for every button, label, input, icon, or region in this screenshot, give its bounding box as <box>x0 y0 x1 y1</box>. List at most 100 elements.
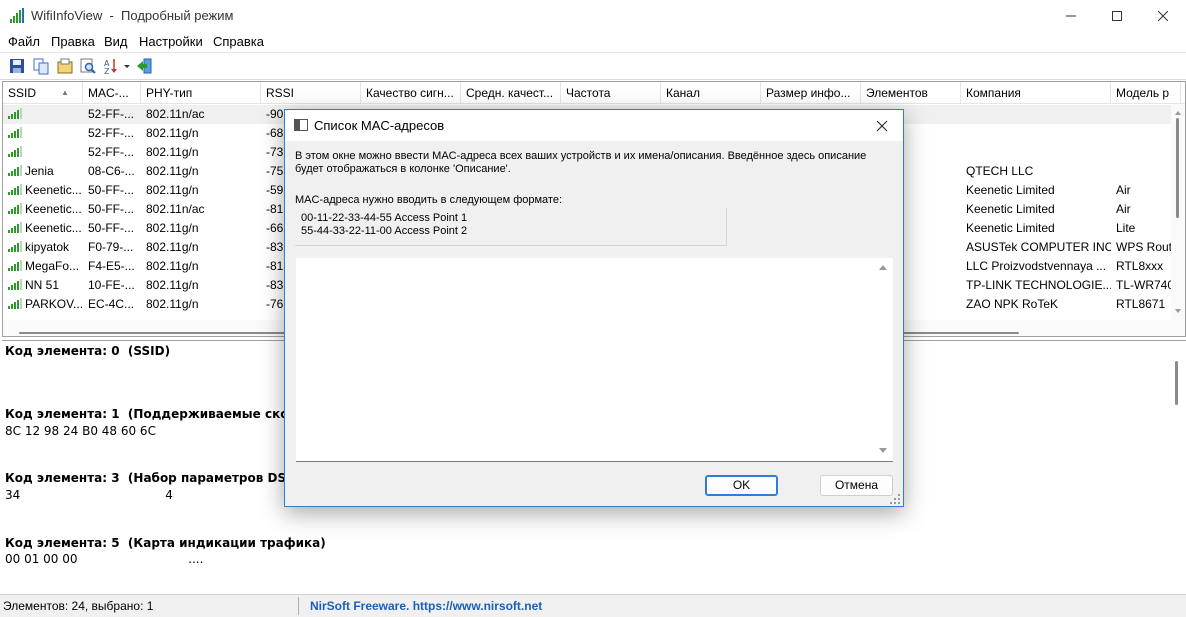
cell-ssid <box>3 124 83 143</box>
cell-mac: 52-FF-... <box>88 107 135 121</box>
cell-company: LLC Proizvodstvennaya ... <box>966 259 1107 273</box>
signal-strength-icon <box>8 241 22 252</box>
column-header-ssid[interactable]: SSID ▲ <box>3 82 83 104</box>
cell-ssid: Keenetic... <box>3 219 83 238</box>
detail-line: 34 4 <box>5 488 173 502</box>
maximize-button[interactable] <box>1094 0 1140 32</box>
dialog-description: В этом окне можно ввести MAC-адреса всех… <box>295 150 867 175</box>
ssid-text: kipyatok <box>25 240 70 254</box>
format-label: MAC-адреса нужно вводить в следующем фор… <box>295 194 563 206</box>
cell-mac: 50-FF-... <box>88 221 135 235</box>
menu-edit[interactable]: Правка <box>51 34 95 49</box>
save-button[interactable] <box>8 57 28 77</box>
ssid-text: Keenetic... <box>25 221 82 235</box>
signal-strength-icon <box>8 108 22 119</box>
ssid-text: PARKOV... <box>25 297 83 311</box>
cell-ssid <box>3 143 83 162</box>
scrollbar-thumb[interactable] <box>1175 361 1178 405</box>
window-title: WifiInfoView - Подробный режим <box>31 8 234 23</box>
menu-help[interactable]: Справка <box>213 34 264 49</box>
column-header-mac[interactable]: MAC-... <box>83 82 141 104</box>
column-header-elements[interactable]: Элементов <box>861 82 961 104</box>
status-divider <box>298 597 299 615</box>
cancel-button[interactable]: Отмена <box>820 475 893 496</box>
nirsoft-link[interactable]: NirSoft Freeware. https://www.nirsoft.ne… <box>310 599 542 613</box>
cell-company: Keenetic Limited <box>966 221 1055 235</box>
detail-line: 00 01 00 00 .... <box>5 552 204 566</box>
column-header-rssi[interactable]: RSSI <box>261 82 361 104</box>
details-vertical-scrollbar[interactable] <box>1170 341 1184 593</box>
cell-company: Keenetic Limited <box>966 183 1055 197</box>
wifi-app-icon <box>10 8 24 23</box>
column-header-signal-quality[interactable]: Качество сигн... <box>361 82 461 104</box>
cell-phy: 802.11g/n <box>146 183 199 197</box>
cell-ssid: kipyatok <box>3 238 83 257</box>
signal-strength-icon <box>8 146 22 157</box>
cell-phy: 802.11g/n <box>146 278 199 292</box>
find-button[interactable] <box>79 57 99 77</box>
scroll-down-icon <box>879 448 887 453</box>
cell-mac: 52-FF-... <box>88 145 135 159</box>
minimize-button[interactable] <box>1048 0 1094 32</box>
properties-button[interactable] <box>56 57 76 77</box>
column-header-info-size[interactable]: Размер инфо... <box>761 82 861 104</box>
column-header-phy[interactable]: PHY-тип <box>141 82 261 104</box>
dialog-title-bar: Список MAC-адресов <box>285 110 903 141</box>
table-vertical-scrollbar[interactable] <box>1171 104 1185 336</box>
column-header-frequency[interactable]: Частота <box>561 82 661 104</box>
close-icon <box>1158 11 1168 21</box>
cell-mac: 50-FF-... <box>88 183 135 197</box>
maximize-icon <box>1112 11 1122 21</box>
cell-mac: F4-E5-... <box>88 259 135 273</box>
scroll-up-icon <box>879 265 887 270</box>
detail-line: Код элемента: 0 (SSID) <box>5 344 171 358</box>
menu-settings[interactable]: Настройки <box>139 34 203 49</box>
cell-phy: 802.11g/n <box>146 145 199 159</box>
menu-bar: Файл Правка Вид Настройки Справка <box>0 32 1186 52</box>
ssid-text: MegaFo... <box>25 259 80 273</box>
detail-line: Код элемента: 5 (Карта индикации трафика… <box>5 536 326 550</box>
cell-phy: 802.11n/ac <box>146 202 205 216</box>
example-line: 00-11-22-33-44-55 Access Point 1 <box>301 212 468 224</box>
cell-phy: 802.11g/n <box>146 164 199 178</box>
menu-view[interactable]: Вид <box>104 34 128 49</box>
format-example: 00-11-22-33-44-55 Access Point 1 55-44-3… <box>295 208 727 246</box>
scrollbar-thumb[interactable] <box>1176 118 1179 218</box>
column-header-channel[interactable]: Канал <box>661 82 761 104</box>
copy-button[interactable] <box>32 57 52 77</box>
column-header-company[interactable]: Компания <box>961 82 1111 104</box>
textarea-scrollbar[interactable] <box>874 258 892 460</box>
column-header-avg-quality[interactable]: Средн. качест... <box>461 82 561 104</box>
cell-mac: 52-FF-... <box>88 126 135 140</box>
cell-ssid: Jenia <box>3 162 83 181</box>
cell-phy: 802.11g/n <box>146 126 199 140</box>
detail-line: Код элемента: 3 (Набор параметров DS) <box>5 471 292 485</box>
mac-list-textarea[interactable] <box>296 258 893 462</box>
cell-company <box>961 143 1111 162</box>
cell-mac: F0-79-... <box>88 240 134 254</box>
ssid-text: Jenia <box>25 164 54 178</box>
menu-file[interactable]: Файл <box>8 34 40 49</box>
table-header: SSID ▲ MAC-... PHY-тип RSSI Качество сигн… <box>3 82 1185 104</box>
column-header-model[interactable]: Модель р <box>1111 82 1181 104</box>
signal-strength-icon <box>8 203 22 214</box>
sort-arrow-icon: ▲ <box>61 88 69 97</box>
cell-ssid: PARKOV... <box>3 295 83 314</box>
cell-company: Keenetic Limited <box>966 202 1055 216</box>
close-button[interactable] <box>1140 0 1186 32</box>
sort-button[interactable]: A Z <box>103 57 131 77</box>
scroll-down-icon <box>1175 309 1181 313</box>
cell-ssid: Keenetic... <box>3 181 83 200</box>
signal-strength-icon <box>8 222 22 233</box>
signal-strength-icon <box>8 298 22 309</box>
exit-button[interactable] <box>136 57 156 77</box>
ssid-text: Keenetic... <box>25 202 82 216</box>
mac-list-dialog: Список MAC-адресов В этом окне можно вве… <box>284 109 904 507</box>
cell-phy: 802.11g/n <box>146 297 199 311</box>
resize-grip-icon[interactable] <box>889 493 901 505</box>
cell-phy: 802.11n/ac <box>146 107 205 121</box>
status-count: Элементов: 24, выбрано: 1 <box>3 599 154 613</box>
ok-button[interactable]: OK <box>705 475 778 496</box>
cell-company <box>961 105 1111 124</box>
dialog-close-button[interactable] <box>873 117 891 135</box>
